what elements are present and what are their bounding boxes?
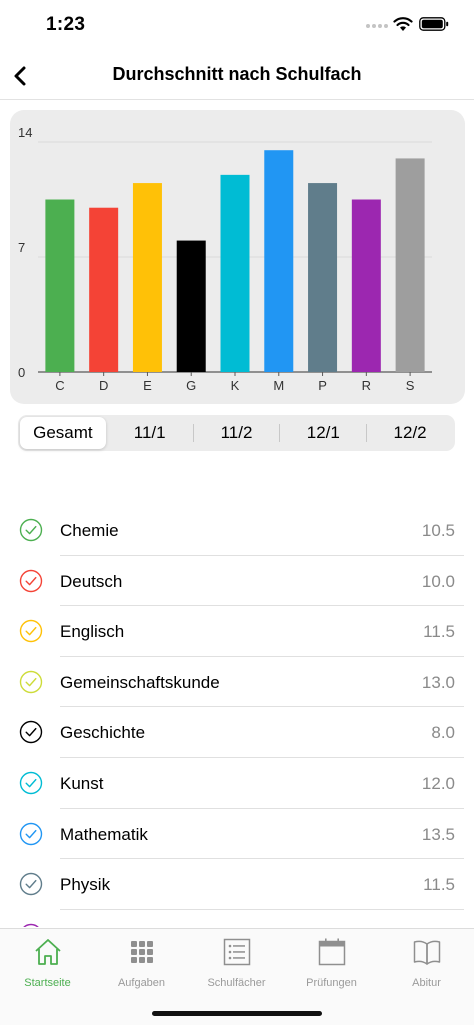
bar-R — [351, 199, 381, 372]
tab-aufgaben[interactable]: Aufgaben — [94, 937, 189, 993]
x-tick-label: S — [406, 378, 415, 393]
check-circle-icon — [19, 771, 43, 795]
book-icon — [413, 940, 441, 965]
subject-average: 12.0 — [421, 773, 455, 793]
subject-row[interactable]: Deutsch 10.0 — [0, 556, 474, 607]
home-icon — [35, 939, 61, 965]
subject-row[interactable]: Kunst 12.0 — [0, 758, 474, 809]
subject-row[interactable]: Mathematik 13.5 — [0, 809, 474, 860]
navigation-bar: Durchschnitt nach Schulfach — [0, 52, 474, 100]
home-indicator — [152, 1011, 322, 1016]
tab-label: Startseite — [24, 977, 71, 989]
grid-icon — [131, 941, 153, 963]
check-circle-icon — [19, 569, 43, 592]
chevron-left-icon — [14, 66, 26, 86]
subject-list: Chemie 10.5 Deutsch 10.0 Englisch 11.5 Gemeins… — [0, 505, 474, 927]
page-title: Durchschnitt nach Schulfach — [112, 64, 362, 84]
x-tick-label: G — [186, 378, 196, 393]
y-tick-label: 14 — [18, 125, 32, 140]
y-tick-label: 7 — [18, 240, 25, 255]
list-icon — [223, 938, 251, 966]
bar-D — [89, 207, 119, 372]
battery-icon — [419, 17, 449, 31]
check-circle-icon — [19, 872, 43, 896]
check-circle-icon — [19, 518, 43, 542]
check-circle-icon — [22, 923, 40, 927]
semester-segmented-control: Gesamt 11/1 11/2 12/1 12/2 — [18, 415, 455, 451]
segment-12-1[interactable]: 12/1 — [280, 417, 366, 449]
x-tick-label: M — [273, 378, 284, 393]
bar-S — [395, 158, 425, 372]
x-tick-label: K — [231, 378, 240, 393]
subject-name: Gemeinschaftskunde — [60, 672, 220, 692]
tab-label: Aufgaben — [117, 977, 166, 989]
subject-row[interactable]: Englisch 11.5 — [0, 606, 474, 657]
tab-label: Prüfungen — [306, 977, 357, 989]
calendar-icon — [318, 938, 346, 966]
bar-K — [220, 174, 250, 372]
subject-row[interactable]: Chemie 10.5 — [0, 505, 474, 556]
subject-average-chart: 0 7 14 C D E G K M P R S — [10, 110, 465, 404]
segment-11-2[interactable]: 11/2 — [194, 417, 280, 449]
status-bar: 1:23 — [0, 0, 474, 50]
subject-average: 10.5 — [421, 521, 455, 540]
segment-11-1[interactable]: 11/1 — [107, 417, 193, 449]
check-circle-icon — [19, 822, 43, 845]
tab-schulfaecher[interactable]: Schulfächer — [189, 937, 284, 993]
subject-average: 13.0 — [421, 672, 455, 692]
check-circle-icon — [19, 670, 43, 693]
subject-row[interactable]: Gemeinschaftskunde 13.0 — [0, 657, 474, 708]
back-button[interactable] — [4, 58, 40, 94]
bar-G — [176, 240, 206, 372]
tab-label: Schulfächer — [207, 977, 266, 989]
subject-name: Chemie — [60, 521, 119, 540]
segment-12-2[interactable]: 12/2 — [367, 417, 453, 449]
check-circle-icon — [19, 721, 43, 744]
bar-E — [132, 183, 162, 372]
x-tick-label: E — [143, 378, 152, 393]
subject-name: Physik — [60, 875, 111, 895]
subject-name: Englisch — [60, 622, 125, 642]
tab-startseite[interactable]: Startseite — [0, 937, 95, 993]
subject-row[interactable]: Geschichte 8.0 — [0, 707, 474, 758]
x-tick-label: P — [318, 378, 327, 393]
subject-row[interactable]: Physik 11.5 — [0, 859, 474, 910]
signal-icon — [366, 24, 388, 30]
subject-name: Kunst — [60, 773, 104, 793]
x-tick-label: C — [55, 378, 64, 393]
x-tick-label: D — [99, 378, 108, 393]
subject-row[interactable] — [0, 910, 474, 927]
subject-average: 11.5 — [423, 622, 455, 642]
segment-gesamt[interactable]: Gesamt — [20, 417, 106, 449]
check-circle-icon — [19, 619, 43, 643]
status-time: 1:23 — [46, 14, 86, 35]
wifi-icon — [393, 17, 413, 31]
bar-P — [308, 183, 338, 372]
x-tick-label: R — [362, 378, 371, 393]
subject-average: 13.5 — [421, 824, 455, 844]
tab-label: Abitur — [412, 977, 441, 989]
subject-average: 10.0 — [421, 571, 455, 591]
bar-chart: 0 7 14 C D E G K M P R S — [18, 125, 432, 393]
subject-name: Mathematik — [60, 824, 148, 844]
subject-average: 11.5 — [423, 875, 455, 895]
y-tick-label: 0 — [18, 365, 25, 380]
tab-pruefungen[interactable]: Prüfungen — [284, 937, 379, 993]
tab-abitur[interactable]: Abitur — [379, 937, 474, 993]
bar-M — [264, 150, 294, 372]
bar-C — [45, 199, 75, 372]
subject-average: 8.0 — [431, 723, 455, 743]
subject-name: Deutsch — [60, 571, 123, 591]
subject-name: Geschichte — [60, 723, 146, 743]
